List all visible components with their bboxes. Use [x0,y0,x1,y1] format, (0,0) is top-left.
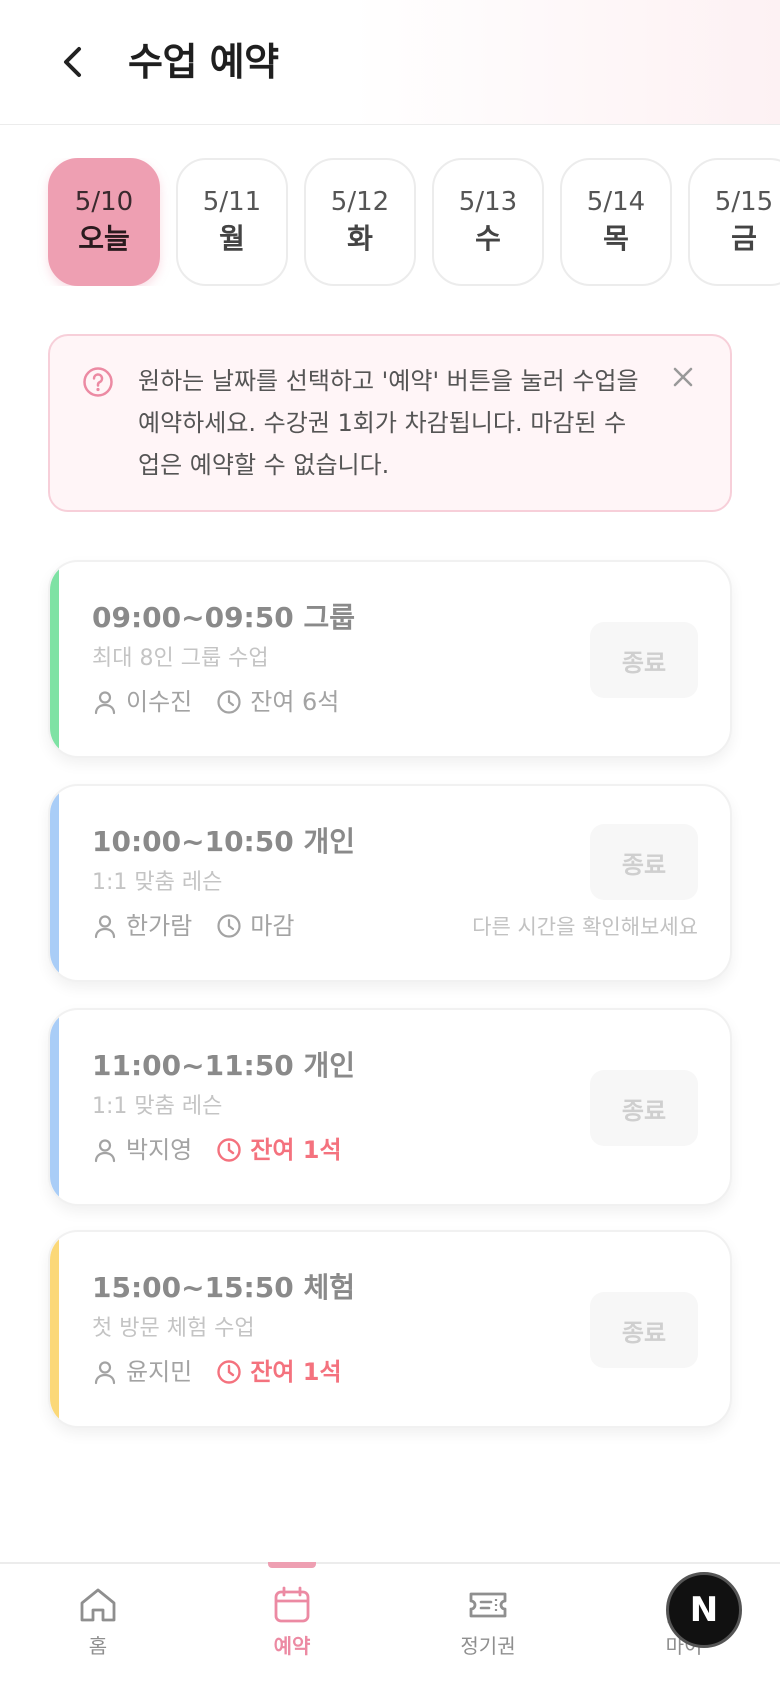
person-icon [94,691,116,715]
seats: 잔여 1석 [216,1352,342,1392]
class-subtitle: 첫 방문 체험 수업 [92,1316,255,1341]
card-accent [50,562,59,756]
class-title: 10:00~10:50 개인 [92,825,355,858]
weekday-label: 금 [731,222,757,255]
app-header: 수업 예약 [0,0,780,125]
help-circle-icon [83,367,113,397]
instructor-name: 이수진 [126,688,193,716]
class-subtitle: 1:1 맞춤 레슨 [92,1094,223,1119]
seats-remaining: 잔여 6석 [250,688,340,716]
person-icon [94,1139,116,1163]
clock-icon [217,690,241,714]
page-title: 수업 예약 [128,40,279,84]
clock-icon [217,1360,241,1384]
date-label: 5/15 [714,187,774,217]
class-card: 11:00~11:50 개인 1:1 맞춤 레슨 박지영 잔여 1석 종료 [48,1008,732,1206]
card-accent [50,1232,59,1426]
class-subtitle: 최대 8인 그룹 수업 [92,646,269,671]
person-icon [94,1361,116,1385]
person-icon [94,915,116,939]
nav-label: 정기권 [460,1634,516,1658]
instructor: 박지영 [92,1130,192,1170]
date-label: 5/14 [586,187,646,217]
card-accent [50,786,59,980]
ended-button[interactable]: 종료 [590,1292,698,1368]
notice-text: 원하는 날짜를 선택하고 '예약' 버튼을 눌러 수업을 예약하세요. 수강권 … [138,367,639,479]
clock-icon [217,914,241,938]
class-card: 15:00~15:50 체험 첫 방문 체험 수업 윤지민 잔여 1석 종료 [48,1230,732,1428]
seats-remaining: 잔여 1석 [250,1358,342,1386]
card-accent [50,1010,59,1204]
date-selector: 5/10 오늘 5/11 월 5/12 화 5/13 수 5/14 목 5/15… [0,158,780,286]
ended-button[interactable]: 종료 [590,622,698,698]
weekday-label: 오늘 [78,222,130,255]
date-chip[interactable]: 5/13 수 [432,158,544,286]
ticket-icon [469,1592,507,1618]
nav-home[interactable]: 홈 [38,1584,158,1674]
nav-label: 예약 [273,1634,311,1658]
seats: 잔여 6석 [216,682,339,722]
chevron-left-icon [64,47,81,77]
instructor: 윤지민 [92,1352,192,1392]
nav-reservation[interactable]: 예약 [232,1584,352,1674]
weekday-label: 월 [219,222,245,255]
weekday-label: 목 [603,222,629,255]
nav-pass[interactable]: 정기권 [428,1584,548,1674]
dev-tools-badge[interactable]: N [666,1572,742,1648]
date-chip[interactable]: 5/11 월 [176,158,288,286]
class-title: 15:00~15:50 체험 [92,1271,355,1304]
class-title: 09:00~09:50 그룹 [92,601,355,634]
active-tab-indicator [268,1562,316,1568]
class-meta: 한가람 마감 [92,906,318,946]
instructor-name: 한가람 [126,912,193,940]
clock-icon [217,1138,241,1162]
date-label: 5/13 [458,187,518,217]
weekday-label: 수 [475,222,501,255]
date-chip[interactable]: 5/12 화 [304,158,416,286]
class-card: 10:00~10:50 개인 1:1 맞춤 레슨 한가람 마감 종료 다른 시간… [48,784,732,982]
class-title: 11:00~11:50 개인 [92,1049,355,1082]
class-card: 09:00~09:50 그룹 최대 8인 그룹 수업 이수진 잔여 6석 종료 [48,560,732,758]
instructor-name: 윤지민 [126,1358,193,1386]
instructor: 이수진 [92,682,192,722]
instructor-name: 박지영 [126,1136,193,1164]
date-label: 5/11 [202,187,262,217]
date-label: 5/10 [74,187,134,217]
seats: 잔여 1석 [216,1130,342,1170]
class-subtitle: 1:1 맞춤 레슨 [92,870,223,895]
instructor: 한가람 [92,906,192,946]
home-icon [80,1588,116,1622]
info-notice: 원하는 날짜를 선택하고 '예약' 버튼을 눌러 수업을 예약하세요. 수강권 … [48,334,732,512]
seats: 마감 [216,906,294,946]
seats-remaining: 마감 [250,912,295,940]
bottom-navigation: 홈 예약 정기권 마이 [0,1562,780,1688]
back-button[interactable] [52,38,92,86]
date-chip[interactable]: 5/15 금 [688,158,780,286]
closed-note: 다른 시간을 확인해보세요 [472,915,698,939]
nav-label: 홈 [88,1634,108,1658]
date-chip-today[interactable]: 5/10 오늘 [48,158,160,286]
weekday-label: 화 [347,222,373,255]
date-label: 5/12 [330,187,390,217]
class-meta: 윤지민 잔여 1석 [92,1352,366,1392]
class-meta: 이수진 잔여 6석 [92,682,363,722]
ended-button[interactable]: 종료 [590,1070,698,1146]
calendar-icon [274,1586,310,1623]
close-icon[interactable] [668,362,698,392]
seats-remaining: 잔여 1석 [250,1136,342,1164]
class-meta: 박지영 잔여 1석 [92,1130,366,1170]
ended-button[interactable]: 종료 [590,824,698,900]
date-chip[interactable]: 5/14 목 [560,158,672,286]
